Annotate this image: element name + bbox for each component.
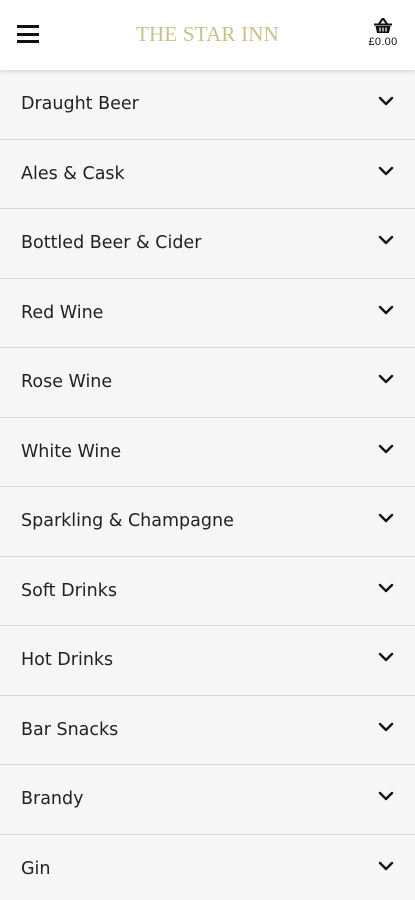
chevron-down-icon bbox=[378, 861, 394, 870]
chevron-down-icon bbox=[378, 305, 394, 314]
category-item[interactable]: Draught Beer bbox=[0, 70, 415, 140]
category-label: Bar Snacks bbox=[21, 719, 119, 740]
chevron-down-icon bbox=[378, 166, 394, 175]
chevron-down-icon bbox=[378, 722, 394, 731]
app-screen: THE STAR INN £0.00 Draught Beer Ales & C… bbox=[0, 0, 415, 900]
chevron-down-icon bbox=[378, 96, 394, 106]
category-item[interactable]: Bar Snacks bbox=[0, 695, 415, 765]
chevron-down-icon bbox=[378, 235, 394, 245]
category-item[interactable]: Gin bbox=[0, 834, 415, 900]
app-header: THE STAR INN £0.00 bbox=[0, 0, 415, 70]
category-item[interactable]: Sparkling & Champagne bbox=[0, 487, 415, 557]
chevron-down-icon bbox=[378, 374, 394, 384]
category-label: Red Wine bbox=[21, 302, 104, 323]
category-label: Brandy bbox=[21, 789, 84, 809]
chevron-down-icon bbox=[378, 652, 394, 662]
category-label: Bottled Beer & Cider bbox=[21, 233, 202, 253]
chevron-down-icon bbox=[378, 444, 394, 453]
category-label: Hot Drinks bbox=[21, 650, 114, 670]
category-label: Gin bbox=[21, 858, 51, 879]
category-label: Draught Beer bbox=[21, 94, 139, 114]
chevron-down-icon bbox=[378, 583, 394, 592]
category-list: Draught Beer Ales & Cask Bottled Beer & … bbox=[0, 70, 415, 900]
basket-button[interactable]: £0.00 bbox=[365, 18, 401, 48]
category-item[interactable]: Brandy bbox=[0, 765, 415, 835]
category-item[interactable]: Bottled Beer & Cider bbox=[0, 209, 415, 279]
category-item[interactable]: Rose Wine bbox=[0, 348, 415, 418]
category-item[interactable]: Soft Drinks bbox=[0, 556, 415, 626]
basket-icon bbox=[374, 18, 392, 33]
chevron-down-icon bbox=[378, 791, 394, 801]
chevron-down-icon bbox=[378, 513, 394, 523]
category-label: Soft Drinks bbox=[21, 580, 117, 601]
category-label: Sparkling & Champagne bbox=[21, 511, 234, 531]
category-item[interactable]: Red Wine bbox=[0, 278, 415, 348]
category-label: Rose Wine bbox=[21, 372, 113, 392]
category-item[interactable]: Ales & Cask bbox=[0, 139, 415, 209]
category-label: White Wine bbox=[21, 441, 122, 462]
category-item[interactable]: Hot Drinks bbox=[0, 626, 415, 696]
basket-total: £0.00 bbox=[368, 36, 398, 48]
venue-logo-title[interactable]: THE STAR INN bbox=[0, 22, 415, 47]
category-item[interactable]: White Wine bbox=[0, 417, 415, 487]
category-label: Ales & Cask bbox=[21, 163, 125, 184]
